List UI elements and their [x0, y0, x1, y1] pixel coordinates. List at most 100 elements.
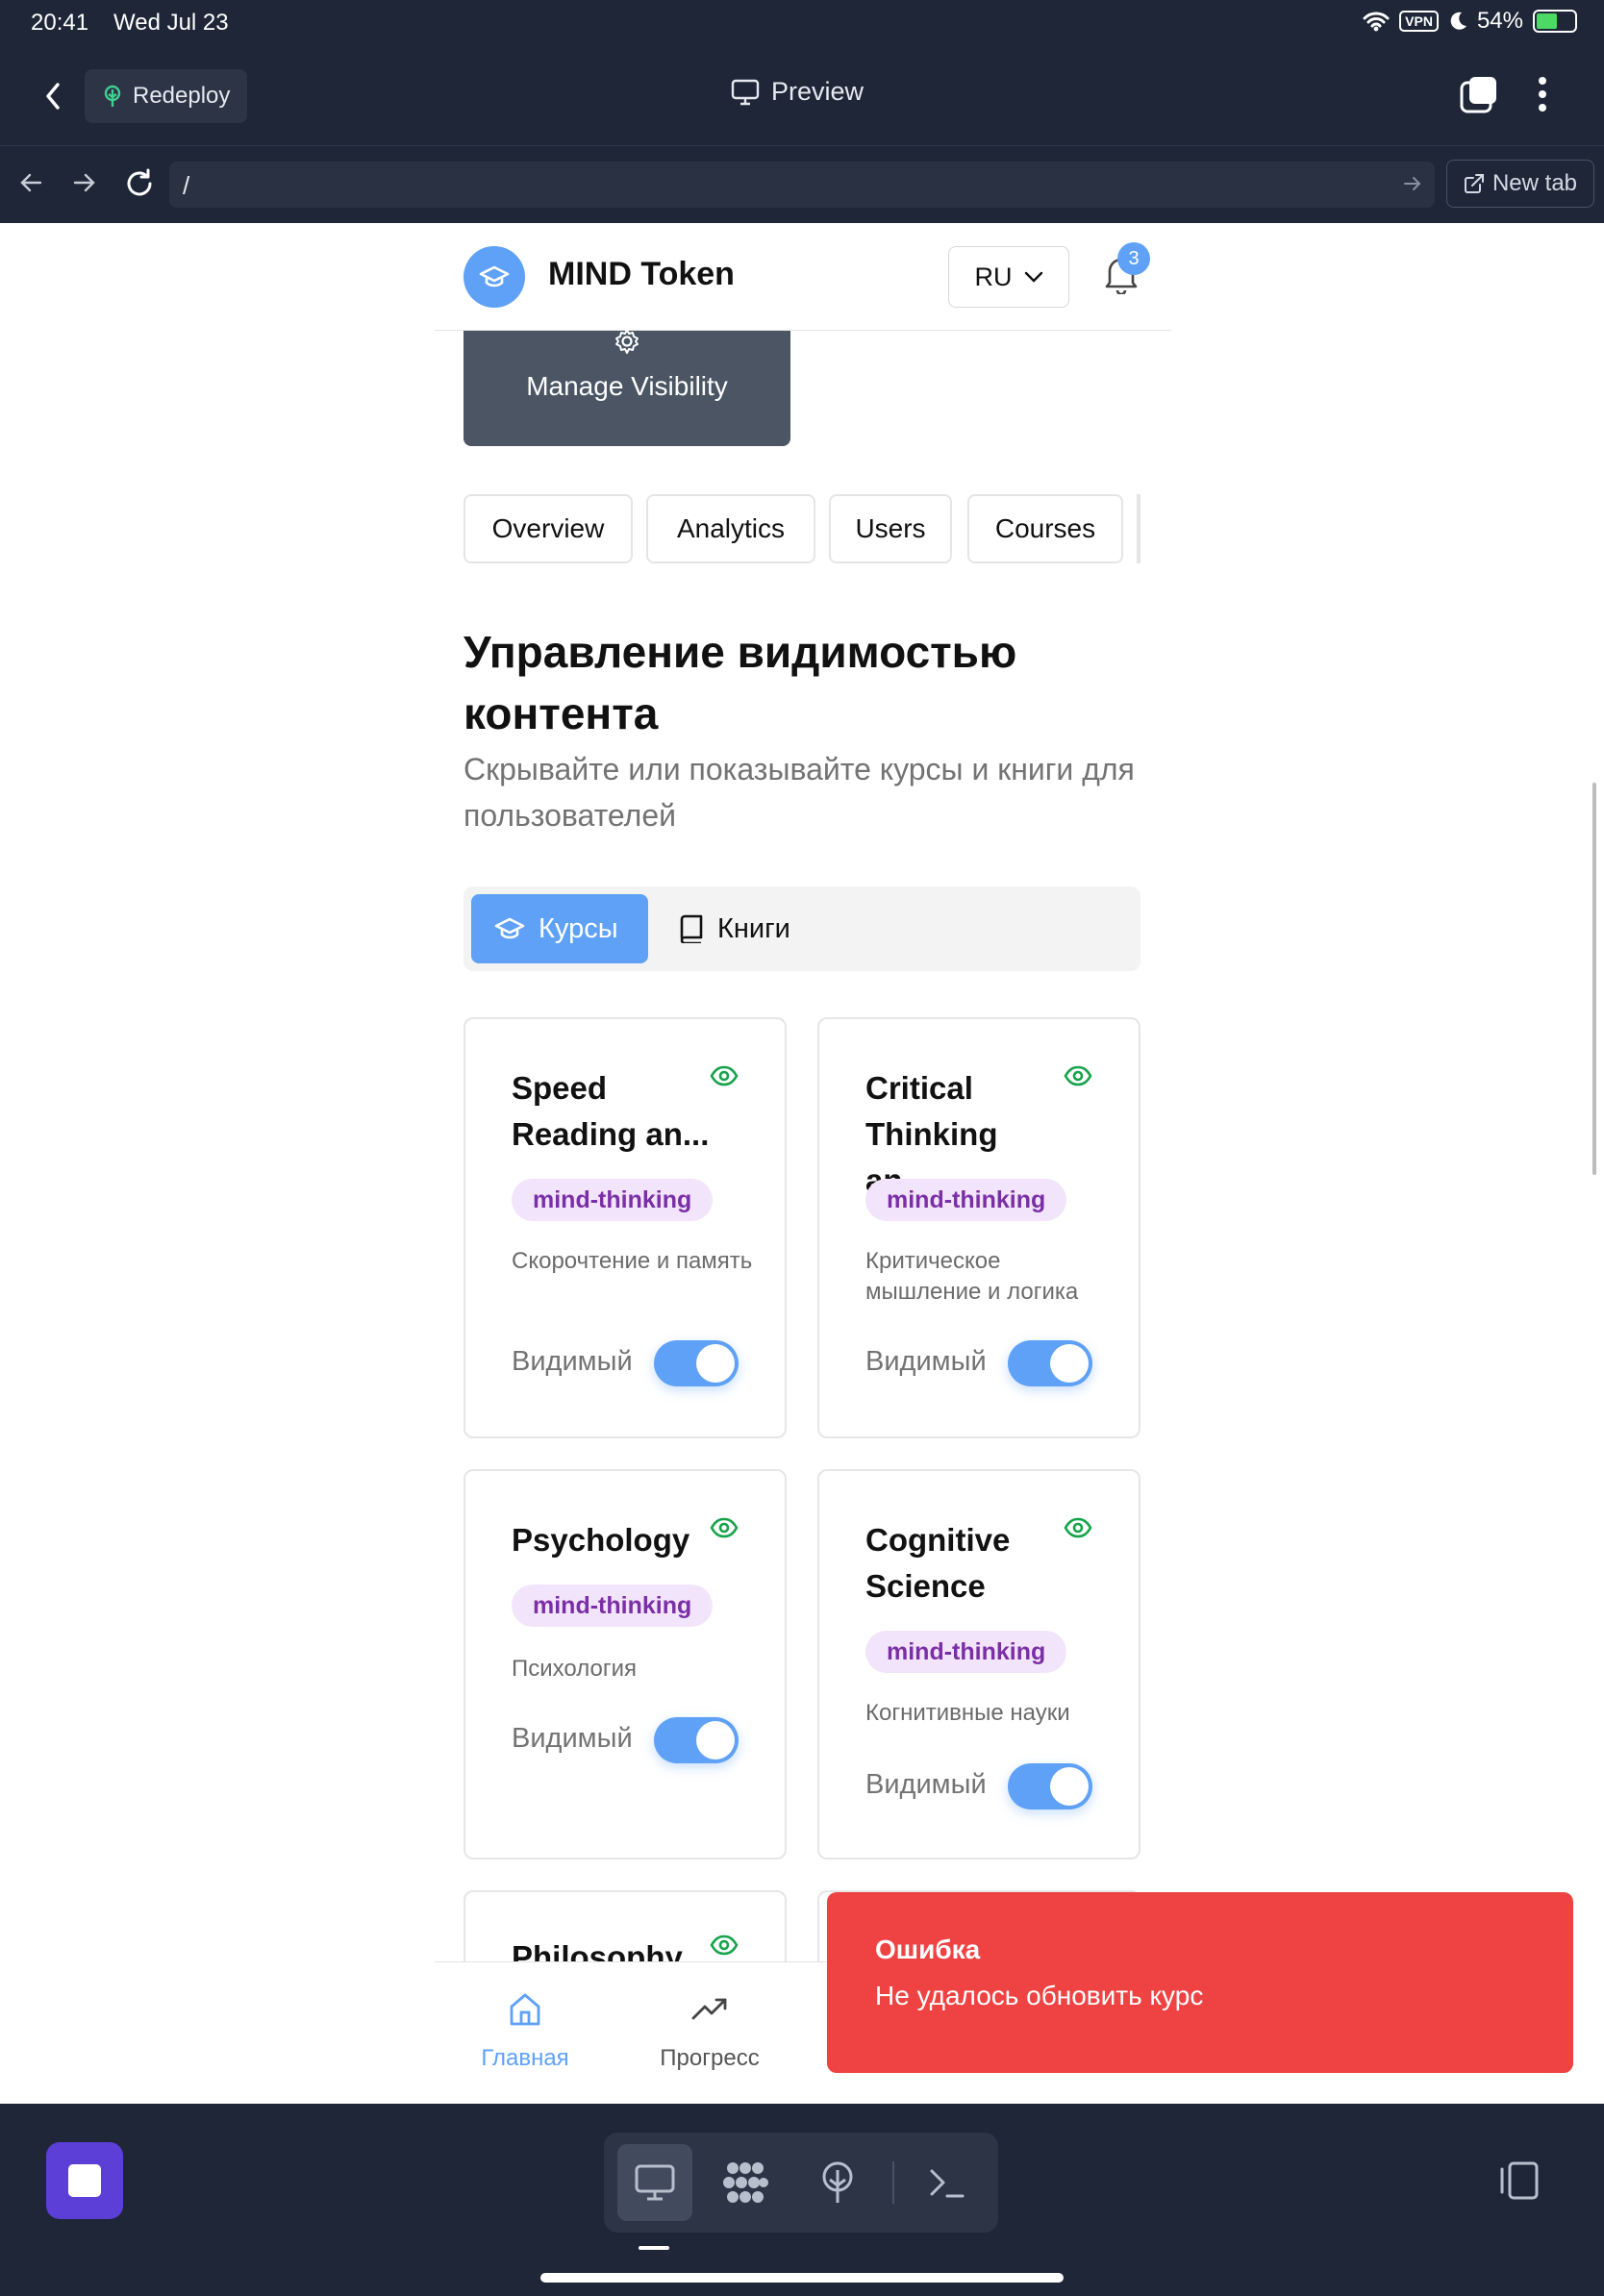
graduation-cap-icon	[494, 916, 525, 941]
course-description: Скорочтение и память	[512, 1248, 753, 1274]
dock-deploy-button[interactable]	[800, 2144, 875, 2221]
wifi-icon	[1363, 11, 1390, 32]
home-icon	[506, 1991, 544, 2028]
brand-name: MIND Token	[548, 256, 735, 292]
course-title: Cognitive Science	[865, 1522, 1011, 1604]
course-description: Психология	[512, 1656, 637, 1682]
book-icon	[679, 914, 704, 943]
visibility-status-label: Видимый	[865, 1769, 987, 1800]
dock-preview-button[interactable]	[617, 2144, 692, 2221]
graduation-cap-icon	[479, 263, 510, 290]
cluster-icon	[721, 2160, 769, 2205]
dock-agents-button[interactable]	[708, 2144, 783, 2221]
category-chip: mind-thinking	[512, 1585, 714, 1627]
visibility-status-label: Видимый	[865, 1346, 987, 1377]
category-chip: mind-thinking	[512, 1179, 714, 1221]
bottom-dock	[0, 2104, 1604, 2296]
course-title: Speed Reading an...	[512, 1070, 710, 1152]
eye-visible-icon	[710, 1517, 739, 1538]
eye-visible-icon	[1064, 1065, 1092, 1086]
redeploy-label: Redeploy	[133, 83, 231, 109]
visibility-toggle[interactable]	[1008, 1763, 1092, 1809]
trending-up-icon	[690, 1991, 729, 2028]
manage-visibility-button[interactable]: Manage Visibility	[464, 329, 790, 446]
nav-item-progress[interactable]: Прогресс	[633, 1991, 787, 2072]
logo	[464, 246, 525, 308]
visibility-status-label: Видимый	[512, 1723, 633, 1754]
monitor-icon	[634, 2163, 676, 2202]
tab-courses[interactable]: Courses	[967, 494, 1123, 563]
browser-back-icon[interactable]	[17, 169, 44, 196]
eye-visible-icon	[710, 1934, 739, 1956]
deploy-tree-icon	[102, 85, 123, 108]
course-card: Psychology mind-thinking Психология Види…	[464, 1469, 787, 1859]
status-date: Wed Jul 23	[113, 10, 229, 36]
content-type-switch: Курсы Книги	[464, 886, 1140, 971]
new-tab-button[interactable]: New tab	[1446, 160, 1594, 208]
more-options-icon[interactable]	[1537, 75, 1548, 113]
split-view-icon[interactable]	[1496, 2159, 1542, 2202]
manage-visibility-label: Manage Visibility	[526, 371, 728, 401]
stop-square-icon	[68, 2164, 101, 2197]
visibility-toggle[interactable]	[654, 1717, 739, 1763]
dock-terminal-button[interactable]	[910, 2144, 985, 2221]
segment-courses-label: Курсы	[539, 912, 618, 944]
battery-icon	[1533, 10, 1577, 33]
monitor-icon	[731, 79, 760, 106]
eye-visible-icon	[710, 1065, 739, 1086]
back-chevron-icon[interactable]	[38, 81, 69, 112]
segment-books-label: Книги	[717, 912, 790, 944]
error-toast[interactable]: Ошибка Не удалось обновить курс	[827, 1892, 1573, 2073]
gear-icon	[613, 327, 641, 356]
moon-icon	[1448, 11, 1467, 32]
course-card: Critical Thinking an... mind-thinking Кр…	[817, 1017, 1140, 1438]
visibility-toggle[interactable]	[654, 1340, 739, 1386]
external-link-icon	[1464, 173, 1485, 194]
preview-label: Preview	[771, 77, 865, 106]
web-viewport: MIND Token RU 3 Manage Visibility Overvi…	[0, 223, 1604, 2104]
reload-icon[interactable]	[123, 167, 156, 200]
nav-progress-label: Прогресс	[660, 2045, 760, 2071]
segment-books[interactable]: Книги	[656, 894, 814, 963]
visibility-toggle[interactable]	[1008, 1340, 1092, 1386]
language-select[interactable]: RU	[948, 246, 1069, 308]
deploy-tree-icon	[818, 2160, 857, 2205]
course-card: Speed Reading an... mind-thinking Скороч…	[464, 1017, 787, 1438]
segment-courses[interactable]: Курсы	[471, 894, 648, 963]
eye-visible-icon	[1064, 1517, 1092, 1538]
page-title: Управление видимостью контента	[464, 627, 1017, 738]
visibility-status-label: Видимый	[512, 1346, 633, 1377]
tab-overview[interactable]: Overview	[464, 494, 633, 563]
browser-forward-icon[interactable]	[71, 169, 98, 196]
url-go-arrow-icon[interactable]	[1402, 173, 1423, 194]
status-time: 20:41	[31, 10, 89, 36]
language-value: RU	[974, 262, 1013, 291]
course-description: Критическое мышление и логика	[865, 1248, 1079, 1305]
tab-overflow-edge	[1137, 494, 1140, 563]
site-header: MIND Token RU 3	[435, 223, 1171, 331]
preview-title: Preview	[731, 77, 864, 107]
dock-divider	[892, 2161, 894, 2204]
course-card: Cognitive Science mind-thinking Когнитив…	[817, 1469, 1140, 1859]
terminal-icon	[928, 2165, 966, 2200]
category-chip: mind-thinking	[865, 1631, 1067, 1673]
toast-message: Не удалось обновить курс	[875, 1981, 1204, 2010]
nav-item-home[interactable]: Главная	[448, 1991, 602, 2072]
chevron-down-icon	[1024, 271, 1043, 283]
new-tab-label: New tab	[1491, 170, 1578, 196]
redeploy-button[interactable]: Redeploy	[85, 69, 248, 123]
status-bar: 20:41 Wed Jul 23 VPN 54%	[0, 0, 1604, 46]
tab-analytics[interactable]: Analytics	[646, 494, 815, 563]
stop-app-button[interactable]	[46, 2142, 123, 2219]
page-subtitle: Скрывайте или показывайте курсы и книги …	[464, 752, 1135, 833]
vpn-badge: VPN	[1399, 11, 1439, 32]
active-indicator	[639, 2246, 669, 2250]
status-indicators: VPN 54%	[1363, 8, 1577, 35]
tab-users[interactable]: Users	[829, 494, 952, 563]
scrollbar[interactable]	[1592, 783, 1596, 1175]
tabs-switcher-icon[interactable]	[1460, 75, 1498, 113]
category-chip: mind-thinking	[865, 1179, 1067, 1221]
notification-count-badge: 3	[1117, 242, 1150, 275]
nav-home-label: Главная	[481, 2045, 569, 2071]
url-input[interactable]: /	[169, 162, 1435, 208]
